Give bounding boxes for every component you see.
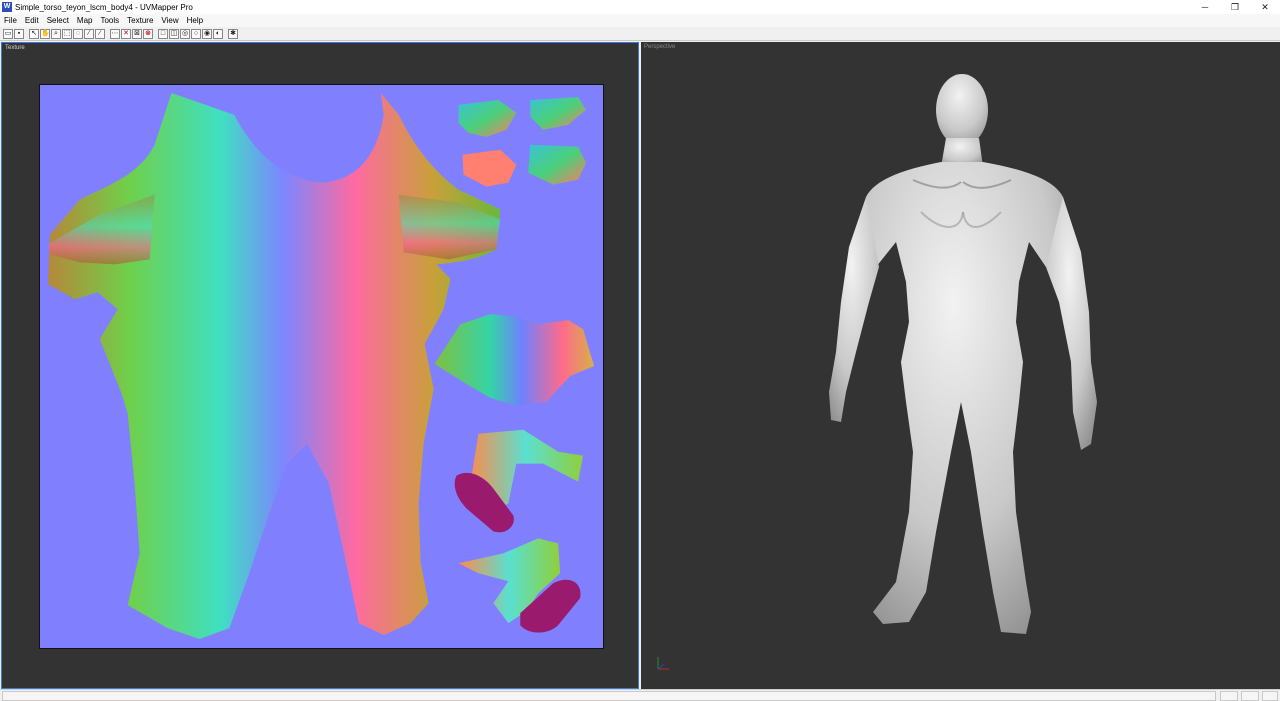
perspective-viewport[interactable]: Perspective: [641, 42, 1280, 689]
delete-facets-icon[interactable]: ⊠: [132, 28, 142, 39]
toolbar: ▭ ▪ ↖ ✋ ⌕ ⬚ ◌ ⁄ ∕ ⋯ ✕ ⊠ ⊗ □ ◫ ◎ ○ ◉ ◐ ✱: [0, 27, 1280, 41]
select-arrow-icon[interactable]: ↖: [29, 28, 39, 39]
clear-icon[interactable]: ⊗: [143, 28, 153, 39]
status-cell-c: [1262, 691, 1278, 701]
menu-select[interactable]: Select: [43, 16, 73, 25]
marquee-select-icon[interactable]: ⬚: [62, 28, 72, 39]
brush-icon[interactable]: ∕: [95, 28, 105, 39]
texture-panel[interactable]: Texture: [1, 42, 639, 689]
settings-icon[interactable]: ✱: [228, 28, 238, 39]
menu-tools[interactable]: Tools: [96, 16, 123, 25]
magic-wand-icon[interactable]: ⁄: [84, 28, 94, 39]
cylinder-map-icon[interactable]: ◎: [180, 28, 190, 39]
box-map-icon[interactable]: □: [158, 28, 168, 39]
menu-edit[interactable]: Edit: [21, 16, 43, 25]
menu-help[interactable]: Help: [183, 16, 207, 25]
texture-panel-label: Texture: [5, 45, 25, 51]
title-bar: W Simple_torso_teyon_lscm_body4 - UVMapp…: [0, 0, 1280, 14]
minimize-button[interactable]: ─: [1190, 0, 1220, 14]
3d-model-figure[interactable]: [801, 72, 1121, 642]
status-cell-b: [1241, 691, 1259, 701]
zoom-icon[interactable]: ⌕: [51, 28, 61, 39]
restore-button[interactable]: ❐: [1220, 0, 1250, 14]
status-cell-main: [2, 691, 1216, 701]
delete-icon[interactable]: ✕: [121, 28, 131, 39]
planar-map-icon[interactable]: ◉: [202, 28, 212, 39]
menu-file[interactable]: File: [0, 16, 21, 25]
lscm-icon[interactable]: ◐: [213, 28, 223, 39]
save-icon[interactable]: ▪: [14, 28, 24, 39]
close-button[interactable]: ✕: [1250, 0, 1280, 14]
app-icon[interactable]: W: [2, 2, 12, 12]
sphere-map-icon[interactable]: ○: [191, 28, 201, 39]
menu-bar: File Edit Select Map Tools Texture View …: [0, 14, 1280, 27]
vertex-select-icon[interactable]: ⋯: [110, 28, 120, 39]
axis-gizmo: [657, 657, 669, 670]
status-bar: [0, 689, 1280, 701]
hand-pan-icon[interactable]: ✋: [40, 28, 50, 39]
menu-view[interactable]: View: [157, 16, 182, 25]
workspace: Texture Perspective: [0, 42, 1280, 689]
open-icon[interactable]: ▭: [3, 28, 13, 39]
window-title: Simple_torso_teyon_lscm_body4 - UVMapper…: [15, 2, 193, 12]
status-cell-a: [1220, 691, 1238, 701]
cube-map-icon[interactable]: ◫: [169, 28, 179, 39]
menu-texture[interactable]: Texture: [123, 16, 157, 25]
lasso-select-icon[interactable]: ◌: [73, 28, 83, 39]
uv-map-canvas[interactable]: [39, 84, 604, 649]
menu-map[interactable]: Map: [73, 16, 97, 25]
perspective-panel-label: Perspective: [644, 44, 676, 50]
